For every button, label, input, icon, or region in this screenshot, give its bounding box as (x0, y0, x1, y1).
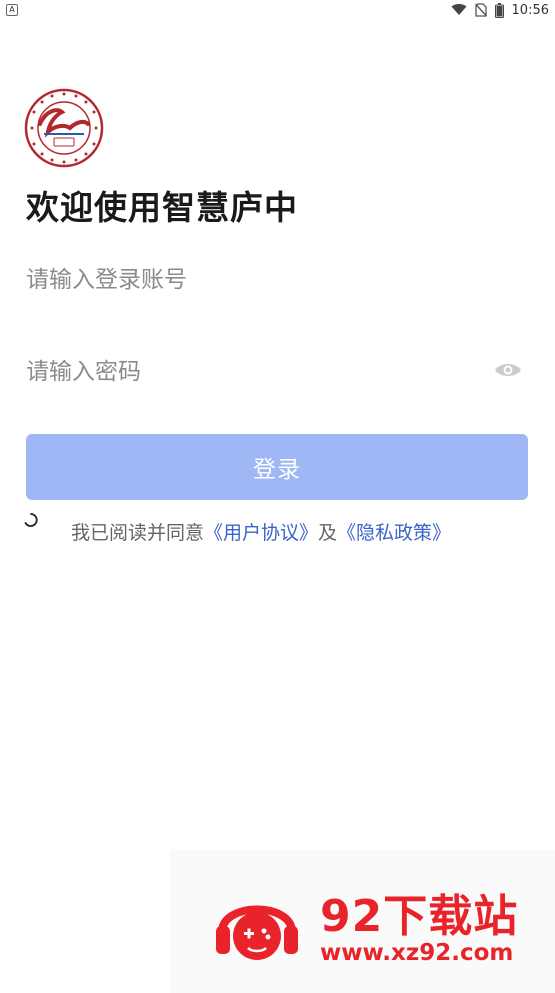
status-time: 10:56 (511, 2, 549, 18)
wifi-icon (451, 4, 467, 16)
account-row (26, 256, 528, 304)
user-agreement-link[interactable]: 《用户协议》 (204, 522, 318, 544)
status-bar: A 10:56 (0, 0, 555, 20)
school-logo (24, 88, 104, 168)
privacy-policy-link[interactable]: 《隐私政策》 (337, 522, 451, 544)
password-row (26, 348, 528, 396)
no-sim-icon (474, 3, 487, 17)
password-input[interactable] (26, 359, 528, 385)
battery-icon (494, 2, 504, 18)
school-logo-emblem-icon (24, 88, 104, 168)
account-input[interactable] (26, 267, 528, 293)
watermark-url: www.xz92.com (320, 940, 514, 966)
watermark: 92下载站 www.xz92.com (170, 850, 555, 993)
gamepad-headphones-icon (211, 881, 303, 973)
welcome-title: 欢迎使用智慧庐中 (26, 188, 298, 227)
agreement-checkbox-icon[interactable] (22, 511, 40, 529)
agreement-prefix: 我已阅读并同意 (71, 522, 205, 544)
notification-badge: A (6, 4, 18, 16)
agreement-conjunction: 及 (318, 522, 338, 544)
watermark-logo (210, 880, 304, 974)
status-left: A (6, 4, 18, 16)
watermark-title: 92下载站 (320, 891, 519, 942)
eye-icon[interactable] (494, 361, 522, 383)
agreement-text: 我已阅读并同意《用户协议》及《隐私政策》 (71, 518, 451, 545)
login-button[interactable]: 登录 (26, 434, 528, 500)
status-right: 10:56 (451, 2, 549, 18)
